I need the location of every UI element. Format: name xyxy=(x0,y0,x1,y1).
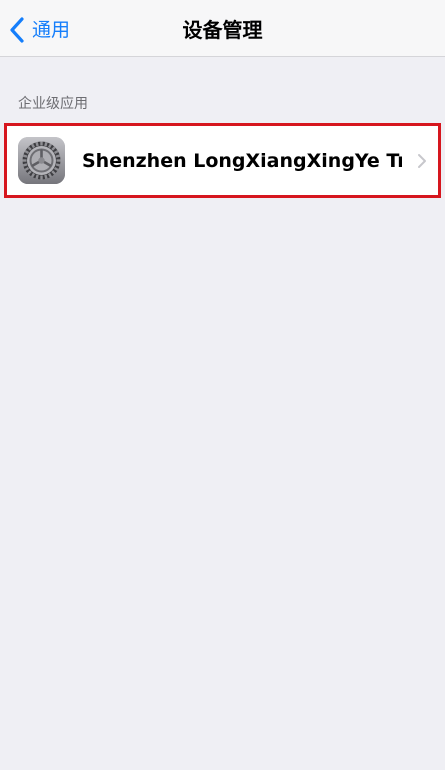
navigation-bar: 通用 设备管理 xyxy=(0,0,445,57)
page-title: 设备管理 xyxy=(182,18,263,42)
section-header-enterprise-apps: 企业级应用 xyxy=(18,96,88,112)
highlight-box xyxy=(4,123,441,198)
